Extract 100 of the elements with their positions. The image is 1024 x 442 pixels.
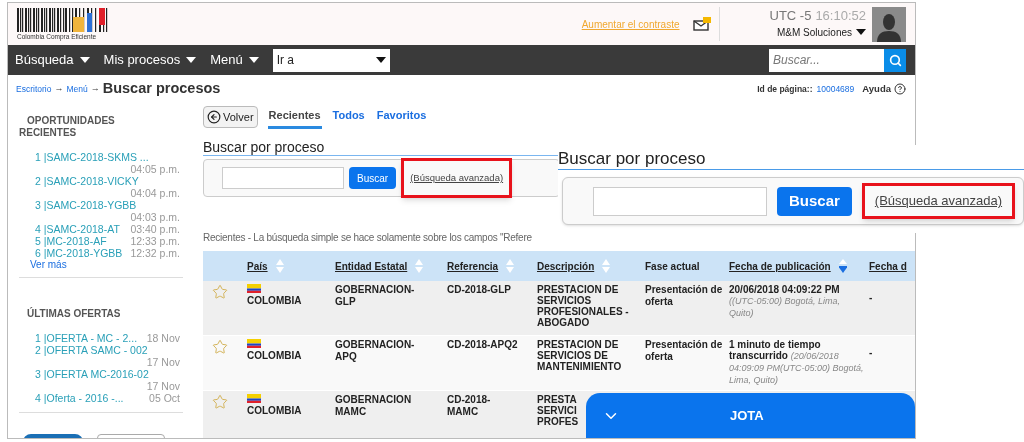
flag-icon: [247, 284, 261, 293]
nav-menu[interactable]: Mis procesos: [103, 50, 197, 70]
advanced-search-link[interactable]: (Búsqueda avanzada): [410, 170, 504, 186]
table-cell-text: GOBERNACION-APQ: [335, 339, 416, 362]
breadcrumb-link[interactable]: Menú: [66, 82, 88, 96]
column-header[interactable]: Fecha de publicación: [729, 258, 831, 274]
sidebar-link[interactable]: 4 |SAMC-2018-AT: [35, 223, 120, 235]
nav-menu[interactable]: Menú: [210, 50, 259, 70]
goto-value: Ir a: [276, 52, 294, 69]
favorite-star-icon[interactable]: [212, 284, 228, 300]
goto-select[interactable]: Ir a: [272, 48, 390, 72]
column-header[interactable]: Fecha d: [869, 258, 907, 274]
tab[interactable]: Recientes: [267, 105, 322, 129]
sidebar-link[interactable]: 2 |SAMC-2018-VICKY: [35, 175, 139, 187]
nav-menu[interactable]: Búsqueda: [15, 50, 90, 70]
caret-icon: [375, 57, 386, 63]
sort-icon[interactable]: [602, 259, 611, 273]
sidebar-time: 18 Nov: [145, 332, 180, 344]
chat-bar[interactable]: JOTA: [586, 393, 915, 438]
table-cell-text: COLOMBIA: [247, 294, 303, 308]
sidebar-link[interactable]: 6 |MC-2018-YGBB: [35, 247, 123, 259]
table-cell: 1 minuto de tiempo transcurrido (20/06/2018 04:09:09 PM(UTC-05:00) Bogotá, Lima, Quito): [729, 339, 865, 386]
sidebar-link[interactable]: 3 |SAMC-2018-YGBB: [35, 199, 137, 211]
sort-descending-icon[interactable]: [838, 259, 847, 273]
table-cell-text: GOBERNACION-GLP: [335, 284, 416, 307]
sidebar-section-title: ÚLTIMAS OFERTAS: [26, 308, 122, 320]
search-button[interactable]: Buscar: [777, 186, 852, 216]
search-field[interactable]: Buscar...: [769, 48, 884, 72]
sort-icon[interactable]: [506, 259, 515, 273]
search-button[interactable]: [884, 48, 906, 72]
sidebar-link[interactable]: 1 |SAMC-2018-SKMS ...: [35, 151, 149, 163]
timezone-label: UTC -5: [769, 8, 812, 25]
tab[interactable]: Favoritos: [375, 105, 428, 129]
breadcrumb-separator: →: [54, 82, 64, 96]
sidebar-time: 17 Nov: [145, 356, 180, 368]
table-cell-text: COLOMBIA: [247, 349, 303, 363]
clock-time: 16:10:52: [815, 8, 866, 25]
table-cell-text: Presentación de oferta: [645, 339, 724, 362]
sidebar-time: 04:05 p.m.: [129, 163, 180, 175]
sort-icon[interactable]: [415, 259, 424, 273]
search-input[interactable]: [222, 167, 344, 189]
sidebar-time: 17 Nov: [145, 380, 180, 392]
column-header[interactable]: Referencia: [447, 258, 499, 274]
user-menu[interactable]: M&M Soluciones: [776, 24, 866, 40]
sidebar-time: 12:33 p.m.: [129, 235, 180, 247]
table-cell: -: [869, 347, 873, 358]
column-header: Fase actual: [645, 259, 700, 274]
breadcrumb-separator: →: [90, 82, 100, 96]
sidebar-section-title: OPORTUNIDADES RECIENTES: [19, 115, 116, 139]
column-header[interactable]: País: [247, 258, 268, 274]
favorite-star-icon[interactable]: [212, 394, 228, 410]
table-cell-text: GOBERNACION MAMC: [335, 394, 413, 417]
sort-icon[interactable]: [275, 259, 284, 273]
table-cell-text: 20/06/2018 04:09:22 PM ((UTC-05:00) Bogotá, Lima, Quito): [729, 284, 842, 319]
table-cell-text: PRESTACION DE SERVICIOS PROFESIONALES - ABOGADO: [537, 284, 630, 328]
page-id-label: Id de página::: [757, 82, 813, 96]
breadcrumb-link[interactable]: Escritorio: [16, 82, 52, 96]
advanced-search-link[interactable]: (Búsqueda avanzada): [874, 191, 1003, 211]
help-icon[interactable]: [894, 83, 906, 95]
sidebar-time: 05 Oct: [148, 392, 180, 404]
see-more-link[interactable]: Ver más: [19, 259, 183, 271]
sidebar-time: 12:32 p.m.: [129, 247, 180, 259]
avatar[interactable]: [872, 6, 906, 42]
table-cell-text: PRESTACION DE SERVICIOS DE MANTENIMIENTO: [537, 339, 623, 372]
sidebar-link[interactable]: 5 |MC-2018-AF: [35, 235, 107, 247]
table-cell-text: CD-2018-GLP: [447, 284, 512, 296]
search-button[interactable]: Buscar: [349, 167, 397, 189]
sidebar-time: 04:04 p.m.: [129, 187, 180, 199]
sidebar-link[interactable]: 2 |OFERTA SAMC - 002: [35, 344, 148, 356]
tab[interactable]: Todos: [331, 105, 366, 129]
sidebar-link[interactable]: 1 |OFERTA - MC - 2...: [35, 332, 138, 344]
page-title: Buscar procesos: [102, 79, 221, 99]
search-note: Recientes - La búsqueda simple se hace solamente sobre los campos "Refere: [203, 231, 533, 245]
help-link[interactable]: Ayuda: [862, 81, 891, 97]
flag-icon: [247, 339, 261, 348]
sidebar-link[interactable]: 3 |OFERTA MC-2016-02: [35, 368, 149, 380]
section-title: Buscar por proceso: [203, 139, 560, 156]
back-button[interactable]: Volver: [203, 106, 258, 128]
sidebar-link[interactable]: 4 |Oferta - 2016 -...: [35, 392, 124, 404]
table-cell: -: [869, 292, 873, 303]
table-cell-text: COLOMBIA: [247, 404, 303, 418]
sidebar-time: 03:40 p.m.: [129, 223, 180, 235]
search-input[interactable]: [593, 186, 767, 216]
sidebar-time: 04:03 p.m.: [129, 211, 180, 223]
caret-icon: [186, 57, 197, 63]
caret-icon: [248, 57, 259, 63]
flag-icon: [247, 394, 261, 403]
column-header[interactable]: Descripción: [537, 258, 595, 274]
page-id: 10004689: [816, 82, 855, 96]
mail-icon[interactable]: [692, 17, 711, 31]
person-silhouette-icon: [876, 11, 902, 42]
table-cell-text: Presentación de oferta: [645, 284, 724, 307]
section-title: Buscar por proceso: [558, 145, 1024, 170]
table-cell: CD-2018-APQ2: [447, 339, 519, 351]
column-header[interactable]: Entidad Estatal: [335, 258, 408, 274]
caret-icon: [856, 29, 866, 36]
favorite-star-icon[interactable]: [212, 339, 228, 355]
table-cell: PRESTA SERVICI PROFES: [537, 394, 579, 427]
chat-title: JOTA: [730, 406, 764, 425]
search-icon: [888, 53, 902, 67]
